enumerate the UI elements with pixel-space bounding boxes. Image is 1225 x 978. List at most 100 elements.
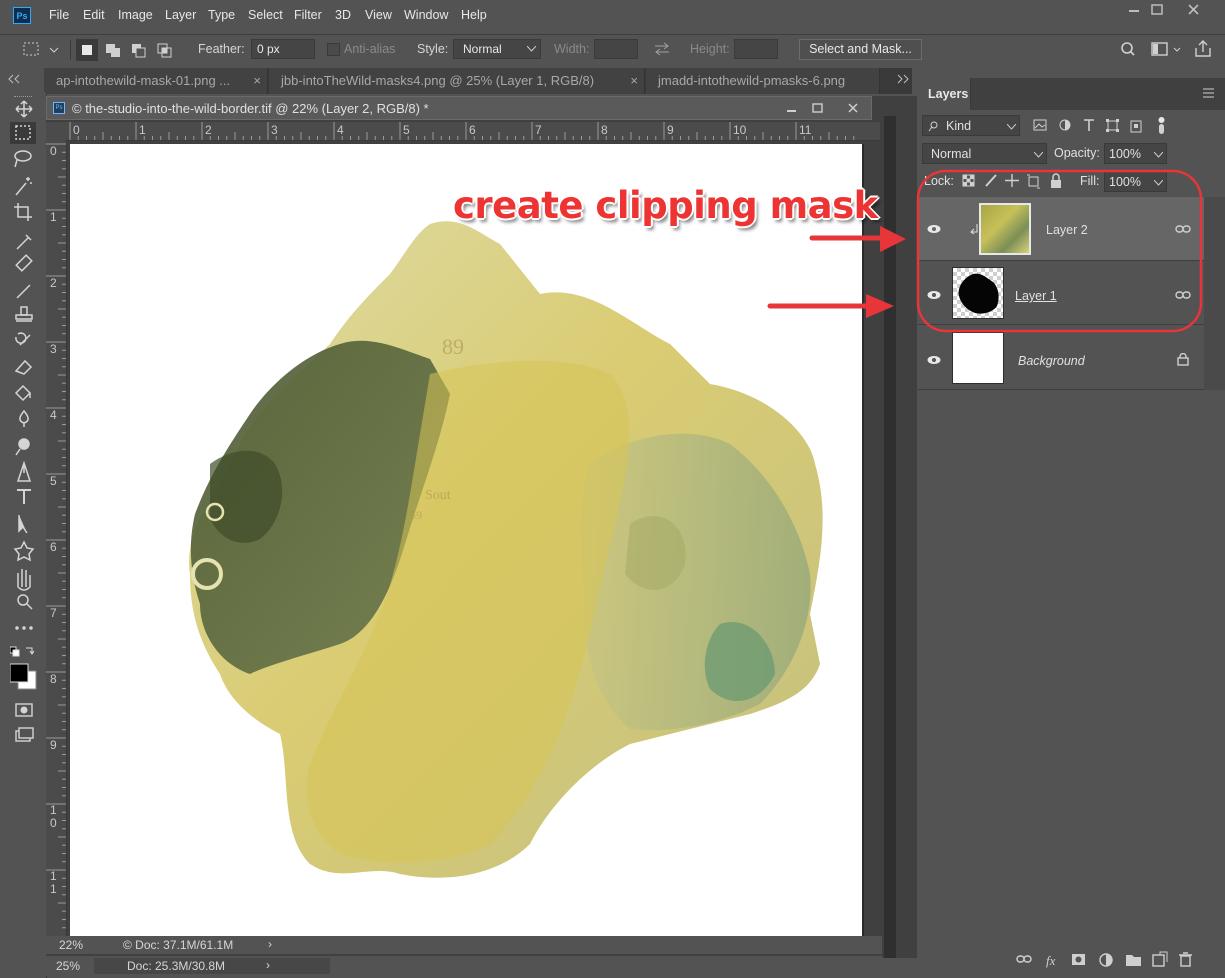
annotation-overlay: [767, 169, 1203, 333]
clone-stamp-tool-icon[interactable]: [15, 306, 33, 322]
restore-icon[interactable]: [1151, 4, 1163, 15]
delete-layer-icon[interactable]: [1179, 952, 1192, 967]
path-selection-tool-icon[interactable]: [18, 515, 28, 534]
doc-minimize-icon[interactable]: [787, 110, 796, 112]
tab-ap-intothewild[interactable]: ap-intothewild-mask-01.png ... ×: [44, 68, 268, 94]
blur-tool-icon[interactable]: [19, 409, 29, 427]
menu-file[interactable]: File: [49, 8, 69, 22]
filter-kind-select[interactable]: Kind: [922, 115, 1020, 136]
marquee-tool-icon[interactable]: [10, 122, 36, 144]
photoshop-logo-icon: Ps: [13, 7, 31, 24]
hand-tool-icon[interactable]: [17, 569, 31, 591]
shape-filter-icon[interactable]: [1106, 119, 1119, 132]
type-filter-icon[interactable]: [1084, 119, 1094, 131]
background-layer-name[interactable]: Background: [1018, 354, 1085, 368]
filter-toggle-icon[interactable]: [1158, 117, 1165, 134]
add-selection-icon[interactable]: [106, 44, 120, 57]
lasso-tool-icon[interactable]: [14, 150, 32, 168]
more-tabs-icon[interactable]: [897, 74, 909, 84]
screen-mode-icon[interactable]: [15, 727, 34, 742]
eraser-tool-icon[interactable]: [14, 359, 33, 375]
swap-width-height-icon[interactable]: [654, 42, 670, 56]
healing-brush-tool-icon[interactable]: [15, 254, 33, 272]
menu-edit[interactable]: Edit: [83, 8, 105, 22]
height-input[interactable]: [734, 39, 778, 59]
menu-image[interactable]: Image: [118, 8, 153, 22]
width-input[interactable]: [594, 39, 638, 59]
crop-tool-icon[interactable]: [14, 203, 32, 221]
menu-help[interactable]: Help: [461, 8, 487, 22]
more-tools-icon[interactable]: [15, 626, 33, 630]
smart-object-filter-icon[interactable]: [1130, 120, 1142, 133]
color-swatches[interactable]: [10, 663, 37, 690]
minimize-icon[interactable]: [1129, 10, 1139, 12]
type-tool-icon[interactable]: [17, 489, 31, 504]
new-selection-icon[interactable]: [76, 39, 98, 61]
document-title-bar[interactable]: Ps © the-studio-into-the-wild-border.tif…: [46, 96, 872, 120]
adjustment-layer-icon[interactable]: [1099, 953, 1113, 967]
quick-mask-icon[interactable]: [15, 703, 33, 717]
status-arrow-icon[interactable]: ›: [266, 958, 270, 972]
antialias-checkbox[interactable]: [327, 43, 340, 56]
doc-close-icon[interactable]: [848, 103, 858, 113]
visibility-eye-icon[interactable]: [927, 355, 941, 365]
zoom-level[interactable]: 22%: [59, 938, 83, 952]
marquee-tool-preset-icon[interactable]: [23, 42, 59, 56]
document-canvas[interactable]: 89 Sout 59: [70, 144, 862, 936]
history-brush-tool-icon[interactable]: [15, 332, 31, 346]
workspace-icon[interactable]: [1151, 42, 1181, 56]
ruler-left-label: 6: [50, 540, 57, 554]
custom-shape-tool-icon[interactable]: [13, 540, 35, 562]
menu-select[interactable]: Select: [248, 8, 283, 22]
style-select[interactable]: Normal: [453, 39, 541, 59]
status-arrow-icon[interactable]: ›: [268, 937, 272, 951]
menu-type[interactable]: Type: [208, 8, 235, 22]
zoom-tool-icon[interactable]: [17, 594, 33, 610]
intersect-selection-icon[interactable]: [157, 43, 172, 58]
filter-type-icons: [1033, 117, 1165, 134]
add-mask-icon[interactable]: [1072, 954, 1085, 965]
default-colors-icon[interactable]: [10, 646, 20, 657]
adjustment-filter-icon[interactable]: [1059, 119, 1071, 131]
paint-bucket-tool-icon[interactable]: [14, 384, 32, 402]
ruler-left-label: 5: [50, 474, 57, 488]
panel-menu-icon[interactable]: [1203, 88, 1215, 98]
zoom-level[interactable]: 25%: [56, 959, 80, 973]
move-tool-icon[interactable]: [15, 100, 33, 118]
tab-close-icon[interactable]: ×: [253, 68, 261, 94]
pixel-filter-icon[interactable]: [1033, 119, 1047, 131]
tab-layers[interactable]: Layers: [917, 78, 971, 110]
tab-jmadd-intothewild[interactable]: jmadd-intothewild-pmasks-6.png: [646, 68, 880, 94]
new-group-icon[interactable]: [1126, 955, 1141, 966]
share-icon[interactable]: [1195, 40, 1211, 57]
ruler-origin[interactable]: [46, 122, 66, 140]
magic-wand-tool-icon[interactable]: [15, 177, 32, 196]
svg-text:89: 89: [442, 334, 464, 359]
subtract-selection-icon[interactable]: [132, 44, 146, 58]
swap-colors-icon[interactable]: [26, 647, 35, 655]
dodge-tool-icon[interactable]: [15, 438, 30, 456]
add-layer-style-icon[interactable]: fx: [1046, 953, 1056, 968]
close-icon[interactable]: [1188, 4, 1199, 15]
tab-jbb-intothewild[interactable]: jbb-intoTheWild-masks4.png @ 25% (Layer …: [269, 68, 645, 94]
new-layer-icon[interactable]: [1152, 951, 1168, 967]
tab-close-icon[interactable]: ×: [630, 68, 638, 94]
ruler-left-label: 0: [50, 144, 57, 158]
ruler-left-label: 1 1: [50, 869, 57, 896]
ruler-left-label: 9: [50, 738, 57, 752]
style-select-value: Normal: [463, 42, 502, 56]
menu-layer[interactable]: Layer: [165, 8, 196, 22]
collapse-toolbar-icon[interactable]: [8, 74, 20, 84]
search-icon[interactable]: [1121, 42, 1135, 56]
brush-tool-icon[interactable]: [16, 284, 31, 299]
menu-3d[interactable]: 3D: [335, 8, 351, 22]
eyedropper-tool-icon[interactable]: [16, 234, 32, 250]
doc-maximize-icon[interactable]: [812, 103, 823, 113]
link-layers-icon[interactable]: [1016, 955, 1032, 963]
feather-input[interactable]: 0 px: [251, 39, 315, 59]
menu-view[interactable]: View: [365, 8, 392, 22]
menu-filter[interactable]: Filter: [294, 8, 322, 22]
select-and-mask-button[interactable]: Select and Mask...: [799, 39, 922, 60]
pen-tool-icon[interactable]: [16, 460, 32, 482]
menu-window[interactable]: Window: [404, 8, 448, 22]
